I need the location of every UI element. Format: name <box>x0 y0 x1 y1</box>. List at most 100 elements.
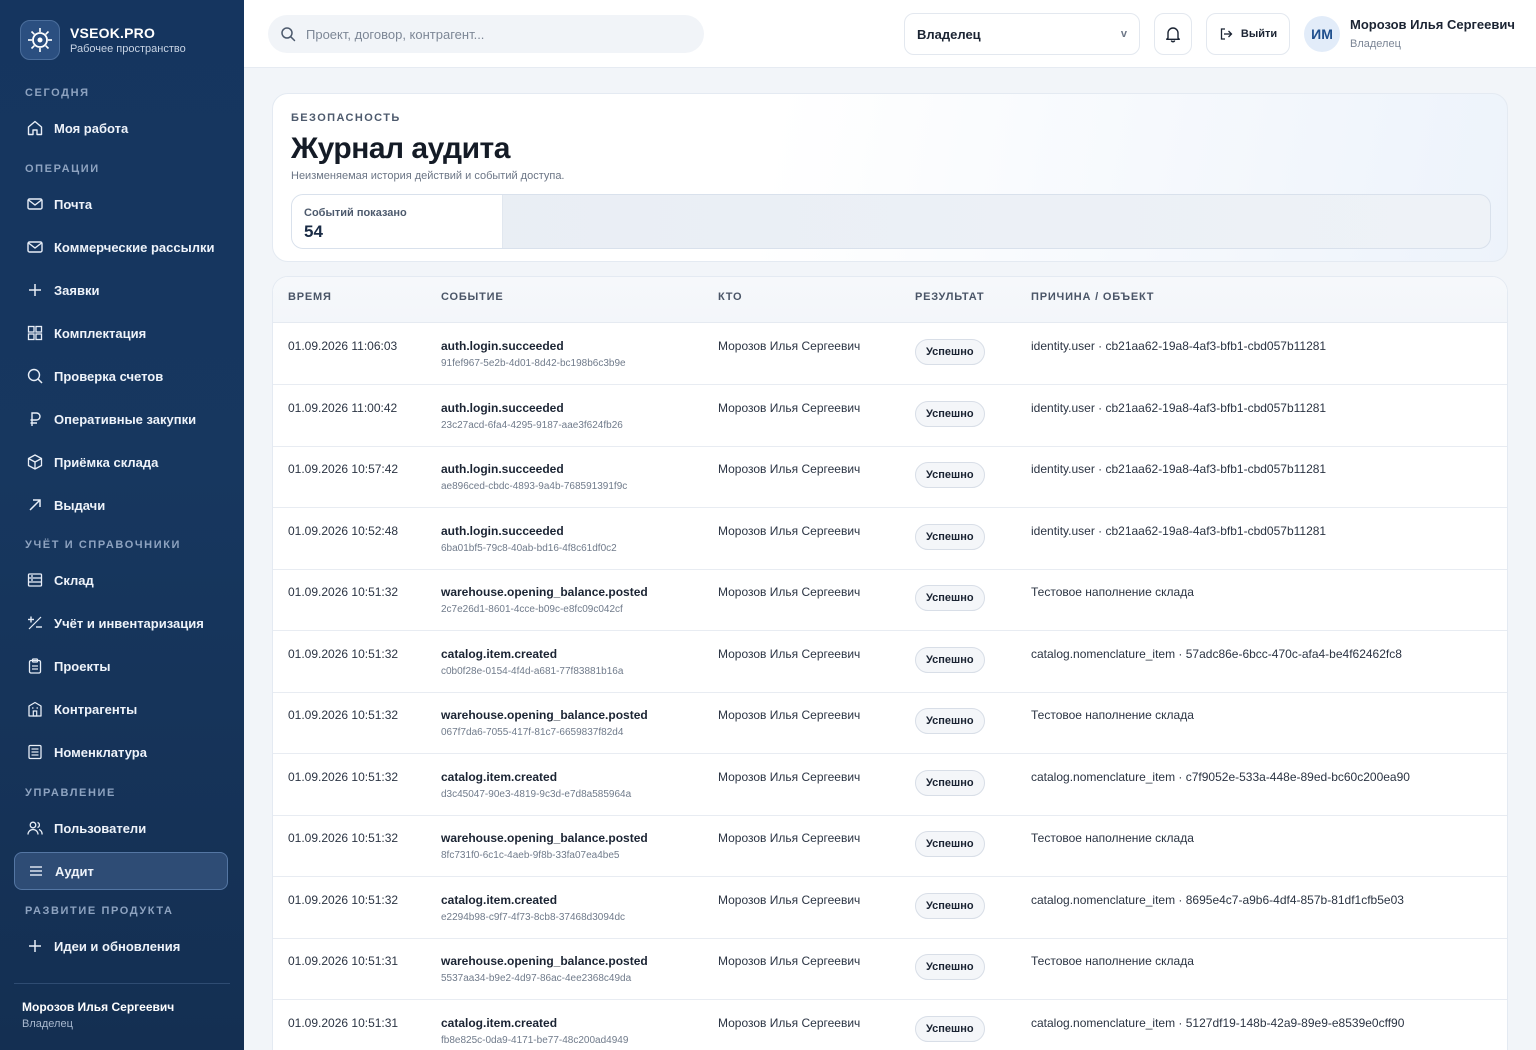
stats-bar: Событий показано 54 <box>291 194 1491 249</box>
brand-subtitle: Рабочее пространство <box>70 43 186 55</box>
brand[interactable]: VSEOK.PRO Рабочее пространство <box>20 20 186 60</box>
event-name: auth.login.succeeded <box>441 523 564 538</box>
ruble-icon <box>26 410 44 428</box>
status-badge: Успешно <box>915 400 985 427</box>
table-row[interactable]: 01.09.2026 10:57:42 auth.login.succeeded a… <box>273 446 1507 508</box>
home-icon <box>26 119 44 137</box>
event-name: catalog.item.created <box>441 892 558 907</box>
cell-reason: catalog.nomenclature_item · c7f9052e-533… <box>1031 769 1410 784</box>
event-id: 23c27acd-6fa4-4295-9187-aae3f624fb26 <box>441 419 623 431</box>
mail-icon <box>26 195 44 213</box>
sidebar-item[interactable]: Коммерческие рассылки <box>14 228 228 266</box>
cell-reason: catalog.nomenclature_item · 8695e4c7-a9b… <box>1031 892 1404 907</box>
sidebar-user-role: Владелец <box>22 1018 73 1030</box>
table-row[interactable]: 01.09.2026 10:51:32 catalog.item.created c… <box>273 631 1507 693</box>
cell-event: auth.login.succeeded 91fef967-5e2b-4d01-8… <box>441 339 626 369</box>
cell-time: 01.09.2026 10:51:32 <box>288 769 399 784</box>
sidebar-item[interactable]: Приёмка склада <box>14 443 228 481</box>
notifications-button[interactable] <box>1154 13 1192 55</box>
cell-event: catalog.item.created fb8e825c-0da9-4171-b… <box>441 1016 628 1046</box>
cell-event: catalog.item.created e2294b98-c9f7-4f73-8… <box>441 893 625 923</box>
building-icon <box>26 700 44 718</box>
stat-label: Событий показано <box>304 207 407 219</box>
cell-reason: Тестовое наполнение склада <box>1031 831 1194 845</box>
table-row[interactable]: 01.09.2026 11:06:03 auth.login.succeeded 9… <box>273 323 1507 385</box>
sidebar-item-label: Моя работа <box>54 120 129 136</box>
sidebar-item[interactable]: Аудит <box>14 852 228 890</box>
sidebar-item[interactable]: Номенклатура <box>14 733 228 771</box>
user-name: Морозов Илья Сергеевич <box>1350 17 1515 32</box>
role-select[interactable]: Владелец v <box>904 13 1140 55</box>
status-badge: Успешно <box>915 708 985 734</box>
stat-value: 54 <box>304 222 323 241</box>
page-title: Журнал аудита <box>291 132 510 165</box>
sidebar-item[interactable]: Моя работа <box>14 109 228 147</box>
sidebar-item-label: Проверка счетов <box>54 368 164 384</box>
sidebar-item[interactable]: Склад <box>14 561 228 599</box>
cell-event: catalog.item.created d3c45047-90e3-4819-9… <box>441 770 631 800</box>
avatar[interactable]: ИМ <box>1304 16 1340 52</box>
sidebar-item-label: Склад <box>54 572 94 588</box>
sidebar-item[interactable]: Комплектация <box>14 314 228 352</box>
table-row[interactable]: 01.09.2026 10:51:31 warehouse.opening_bal… <box>273 938 1507 1000</box>
clipboard-icon <box>26 657 44 675</box>
table-row[interactable]: 01.09.2026 10:51:32 catalog.item.created d… <box>273 754 1507 816</box>
sidebar-item[interactable]: Идеи и обновления <box>14 927 228 965</box>
cell-who: Морозов Илья Сергеевич <box>718 462 861 476</box>
cell-time: 01.09.2026 10:57:42 <box>288 462 399 476</box>
nav-section-title: СЕГОДНЯ <box>25 87 90 99</box>
cell-time: 01.09.2026 10:51:32 <box>288 585 399 599</box>
event-name: auth.login.succeeded <box>441 462 564 476</box>
table-row[interactable]: 01.09.2026 10:51:32 warehouse.opening_bal… <box>273 692 1507 754</box>
table-row[interactable]: 01.09.2026 10:51:32 warehouse.opening_bal… <box>273 815 1507 877</box>
table-row[interactable]: 01.09.2026 10:51:31 catalog.item.created f… <box>273 1000 1507 1050</box>
sidebar-item[interactable]: Контрагенты <box>14 690 228 728</box>
table-row[interactable]: 01.09.2026 10:51:32 catalog.item.created e… <box>273 877 1507 939</box>
user-info[interactable]: Морозов Илья Сергеевич Владелец <box>1350 17 1515 50</box>
status-badge: Успешно <box>915 1015 985 1042</box>
cell-who: Морозов Илья Сергеевич <box>718 892 861 907</box>
table-row[interactable]: 01.09.2026 10:51:32 warehouse.opening_bal… <box>273 569 1507 631</box>
cell-time: 01.09.2026 10:51:32 <box>288 708 399 722</box>
cell-who: Морозов Илья Сергеевич <box>718 954 861 968</box>
sidebar-item[interactable]: Проверка счетов <box>14 357 228 395</box>
cell-event: catalog.item.created c0b0f28e-0154-4f4d-a… <box>441 647 623 677</box>
cell-reason: Тестовое наполнение склада <box>1031 585 1194 599</box>
sidebar-item[interactable]: Проекты <box>14 647 228 685</box>
search-box[interactable] <box>268 15 704 53</box>
table-row[interactable]: 01.09.2026 11:00:42 auth.login.succeeded 2… <box>273 385 1507 447</box>
brand-logo-icon <box>20 20 60 60</box>
cell-event: auth.login.succeeded 6ba01bf5-79c8-40ab-b… <box>441 524 617 554</box>
sidebar-item-label: Контрагенты <box>54 701 138 717</box>
cell-who: Морозов Илья Сергеевич <box>718 1015 861 1030</box>
plus-minus-icon <box>26 614 44 632</box>
cell-who: Морозов Илья Сергеевич <box>718 585 861 599</box>
role-select-value: Владелец <box>917 26 981 42</box>
table-header: ВРЕМЯ СОБЫТИЕ КТО РЕЗУЛЬТАТ ПРИЧИНА / ОБ… <box>273 277 1507 323</box>
sidebar-item[interactable]: Почта <box>14 185 228 223</box>
sidebar-item[interactable]: Оперативные закупки <box>14 400 228 438</box>
event-name: warehouse.opening_balance.posted <box>441 831 648 845</box>
user-role: Владелец <box>1350 38 1401 50</box>
sidebar-item-label: Учёт и инвентаризация <box>54 615 204 631</box>
sidebar-item[interactable]: Пользователи <box>14 809 228 847</box>
cell-reason: Тестовое наполнение склада <box>1031 954 1194 968</box>
cell-reason: identity.user · cb21aa62-19a8-4af3-bfb1-… <box>1031 523 1327 538</box>
event-id: d3c45047-90e3-4819-9c3d-e7d8a585964a <box>441 788 632 800</box>
page-subtitle: Неизменяемая история действий и событий … <box>291 170 565 182</box>
table-row[interactable]: 01.09.2026 10:52:48 auth.login.succeeded 6… <box>273 508 1507 570</box>
status-badge: Успешно <box>915 339 985 365</box>
cell-time: 01.09.2026 10:51:31 <box>288 954 399 968</box>
sidebar-item[interactable]: Учёт и инвентаризация <box>14 604 228 642</box>
users-icon <box>26 819 44 837</box>
stat-events-shown: Событий показано 54 <box>292 195 503 248</box>
sidebar-item[interactable]: Выдачи <box>14 486 228 524</box>
cell-event: warehouse.opening_balance.posted 067f7da6… <box>441 708 648 738</box>
cell-time: 01.09.2026 10:51:32 <box>288 892 399 907</box>
sidebar-item[interactable]: Заявки <box>14 271 228 309</box>
cell-who: Морозов Илья Сергеевич <box>718 523 861 538</box>
logout-button[interactable]: Выйти <box>1206 13 1290 55</box>
event-name: warehouse.opening_balance.posted <box>441 708 648 722</box>
search-input[interactable] <box>306 26 686 42</box>
event-name: auth.login.succeeded <box>441 400 564 415</box>
